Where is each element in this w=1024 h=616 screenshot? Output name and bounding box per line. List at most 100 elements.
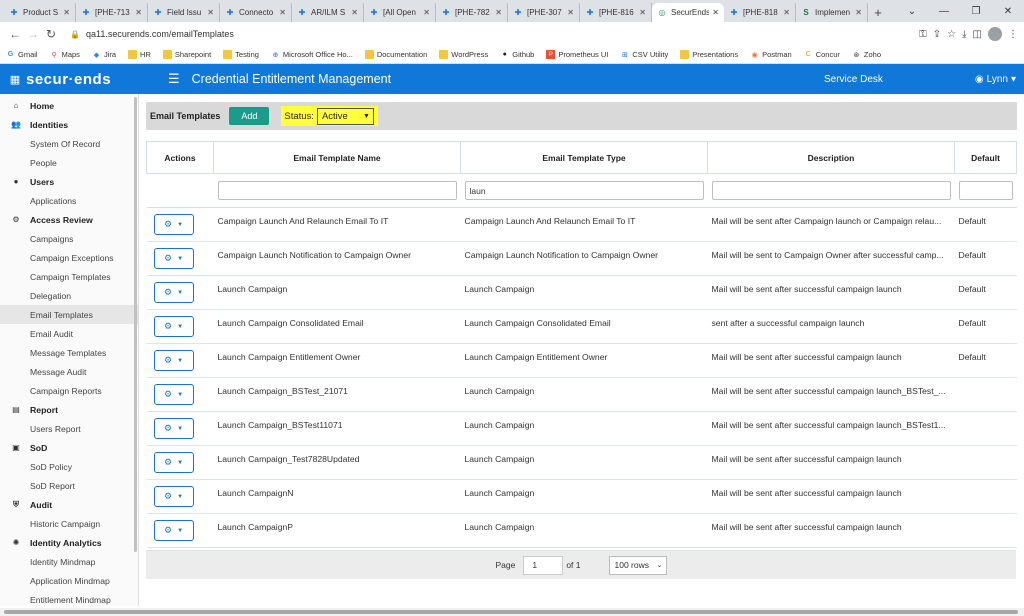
sidebar-item[interactable]: Users Report bbox=[0, 419, 138, 438]
sidebar-item[interactable]: Delegation bbox=[0, 286, 138, 305]
sidebar-item[interactable]: Campaign Exceptions bbox=[0, 248, 138, 267]
minimize-icon[interactable]: — bbox=[928, 0, 960, 22]
sidebar-item[interactable]: Campaigns bbox=[0, 229, 138, 248]
close-icon[interactable]: ✕ bbox=[783, 8, 790, 17]
close-icon[interactable]: ✕ bbox=[135, 8, 142, 17]
url-field[interactable]: 🔒 qa11.securends.com/emailTemplates bbox=[66, 25, 911, 43]
row-actions-button[interactable]: ⚙ ▼ bbox=[153, 452, 194, 473]
browser-tab[interactable]: ✚ [PHE-816 ✕ bbox=[580, 3, 652, 22]
row-actions-button[interactable]: ⚙ ▼ bbox=[153, 248, 194, 269]
col-template-name[interactable]: Email Template Name bbox=[213, 141, 461, 174]
bookmark-item[interactable]: HR bbox=[128, 50, 151, 59]
close-icon[interactable]: ✕ bbox=[63, 8, 70, 17]
bookmark-item[interactable]: P Prometheus UI bbox=[546, 50, 608, 59]
browser-tab[interactable]: ✚ [PHE-782 ✕ bbox=[436, 3, 508, 22]
share-icon[interactable]: ⇪ bbox=[933, 29, 941, 40]
sidebar-item[interactable]: Entitlement Mindmap bbox=[0, 590, 138, 606]
row-actions-button[interactable]: ⚙ ▼ bbox=[153, 316, 194, 337]
securends-logo[interactable]: secur·ends bbox=[26, 71, 146, 88]
browser-tab[interactable]: ✚ AR/ILM S ✕ bbox=[292, 3, 364, 22]
col-default[interactable]: Default bbox=[954, 141, 1017, 174]
table-row[interactable]: ⚙ ▼ Launch CampaignP Launch Campaign Mail wi… bbox=[146, 513, 1017, 548]
bookmark-item[interactable]: Presentations bbox=[680, 50, 738, 59]
sidebar-item[interactable]: People bbox=[0, 153, 138, 172]
star-icon[interactable]: ☆ bbox=[947, 29, 956, 40]
table-row[interactable]: ⚙ ▼ Launch Campaign Launch Campaign Mail wil… bbox=[146, 275, 1017, 310]
bookmark-item[interactable]: C Concur bbox=[804, 50, 840, 59]
sidebar-item[interactable]: Applications bbox=[0, 191, 138, 210]
table-row[interactable]: ⚙ ▼ Launch Campaign Consolidated Email Laun… bbox=[146, 309, 1017, 344]
user-menu[interactable]: ◉ Lynn ▾ bbox=[975, 74, 1016, 85]
browser-tab[interactable]: S Implemen ✕ bbox=[796, 3, 868, 22]
profile-avatar[interactable] bbox=[988, 27, 1002, 41]
description-filter-input[interactable] bbox=[711, 181, 951, 200]
sidebar-item[interactable]: Message Templates bbox=[0, 343, 138, 362]
sidebar-item[interactable]: System Of Record bbox=[0, 134, 138, 153]
bookmark-item[interactable]: WordPress bbox=[439, 50, 488, 59]
key-icon[interactable]: ⚿ bbox=[919, 29, 927, 40]
menu-toggle-icon[interactable]: ☰ bbox=[168, 71, 180, 87]
sidebar-section[interactable]: 👥 Identities bbox=[0, 115, 138, 134]
browser-tab[interactable]: ✚ Connecto ✕ bbox=[220, 3, 292, 22]
bookmark-item[interactable]: ⊛ Zoho bbox=[852, 50, 881, 59]
table-row[interactable]: ⚙ ▼ Launch Campaign Entitlement Owner Launc… bbox=[146, 343, 1017, 378]
forward-icon[interactable]: → bbox=[24, 27, 42, 41]
table-row[interactable]: ⚙ ▼ Launch Campaign_Test7828Updated Launch … bbox=[146, 445, 1017, 480]
close-icon[interactable]: ✕ bbox=[207, 8, 214, 17]
row-actions-button[interactable]: ⚙ ▼ bbox=[153, 214, 194, 235]
sidebar-section[interactable]: ⚙ Access Review bbox=[0, 210, 138, 229]
col-description[interactable]: Description bbox=[707, 141, 955, 174]
close-icon[interactable]: ✕ bbox=[495, 8, 502, 17]
col-template-type[interactable]: Email Template Type bbox=[460, 141, 708, 174]
row-actions-button[interactable]: ⚙ ▼ bbox=[153, 384, 194, 405]
bookmark-item[interactable]: Sharepoint bbox=[162, 50, 211, 59]
browser-tab[interactable]: ✚ [All Open ✕ bbox=[364, 3, 436, 22]
sidebar-item[interactable]: Campaign Templates bbox=[0, 267, 138, 286]
col-actions[interactable]: Actions bbox=[146, 141, 214, 174]
service-desk-link[interactable]: Service Desk bbox=[824, 74, 883, 85]
close-icon[interactable]: ✕ bbox=[351, 8, 358, 17]
bookmark-item[interactable]: ⚲ Maps bbox=[50, 50, 80, 59]
browser-tab[interactable]: ✚ Field Issu ✕ bbox=[148, 3, 220, 22]
type-filter-input[interactable]: laun bbox=[464, 181, 704, 200]
sidebar-item[interactable]: SoD Policy bbox=[0, 457, 138, 476]
close-window-icon[interactable]: ✕ bbox=[992, 0, 1024, 22]
row-actions-button[interactable]: ⚙ ▼ bbox=[153, 350, 194, 371]
bookmark-item[interactable]: Documentation bbox=[364, 50, 427, 59]
sidebar-scrollbar[interactable] bbox=[134, 97, 137, 552]
table-row[interactable]: ⚙ ▼ Launch Campaign_BSTest_21071 Launch Cam… bbox=[146, 377, 1017, 412]
horizontal-scrollbar-thumb[interactable] bbox=[4, 610, 1018, 614]
rows-per-page-select[interactable]: 100 rows ⌄ bbox=[608, 555, 667, 575]
bookmark-item[interactable]: Testing bbox=[223, 50, 259, 59]
browser-tab[interactable]: ✚ [PHE-307 ✕ bbox=[508, 3, 580, 22]
new-tab-button[interactable]: + bbox=[868, 3, 888, 22]
sidebar-section[interactable]: ⌂ Home bbox=[0, 96, 138, 115]
browser-tab[interactable]: ✚ [PHE-713 ✕ bbox=[76, 3, 148, 22]
add-button[interactable]: Add bbox=[229, 107, 270, 125]
horizontal-scrollbar[interactable] bbox=[0, 608, 1024, 616]
reload-icon[interactable]: ↻ bbox=[42, 27, 60, 41]
close-icon[interactable]: ✕ bbox=[567, 8, 574, 17]
row-actions-button[interactable]: ⚙ ▼ bbox=[153, 486, 194, 507]
row-actions-button[interactable]: ⚙ ▼ bbox=[153, 282, 194, 303]
sidebar-section[interactable]: ⛨ Audit bbox=[0, 495, 138, 514]
sidebar-item[interactable]: Identity Mindmap bbox=[0, 552, 138, 571]
sidebar-item[interactable]: Historic Campaign bbox=[0, 514, 138, 533]
table-row[interactable]: ⚙ ▼ Launch CampaignN Launch Campaign Mail wi… bbox=[146, 479, 1017, 514]
browser-tab[interactable]: ✚ Product S ✕ bbox=[4, 3, 76, 22]
sidebar-item[interactable]: Application Mindmap bbox=[0, 571, 138, 590]
bookmark-item[interactable]: ⊞ CSV Utility bbox=[620, 50, 668, 59]
row-actions-button[interactable]: ⚙ ▼ bbox=[153, 418, 194, 439]
sidebar-item[interactable]: SoD Report bbox=[0, 476, 138, 495]
bookmark-item[interactable]: ◉ Postman bbox=[750, 50, 792, 59]
more-icon[interactable]: ⋮ bbox=[1008, 29, 1018, 40]
back-icon[interactable]: ← bbox=[6, 27, 24, 41]
close-icon[interactable]: ✕ bbox=[639, 8, 646, 17]
download-icon[interactable]: ⤓ bbox=[962, 29, 966, 40]
sidebar-item[interactable]: Email Templates bbox=[0, 305, 138, 324]
bookmark-item[interactable]: ● Github bbox=[500, 50, 535, 59]
bookmark-item[interactable]: G Gmail bbox=[6, 50, 38, 59]
table-row[interactable]: ⚙ ▼ Launch Campaign_BSTest11071 Launch Camp… bbox=[146, 411, 1017, 446]
restore-icon[interactable]: ❐ bbox=[960, 0, 992, 22]
close-icon[interactable]: ✕ bbox=[423, 8, 430, 17]
